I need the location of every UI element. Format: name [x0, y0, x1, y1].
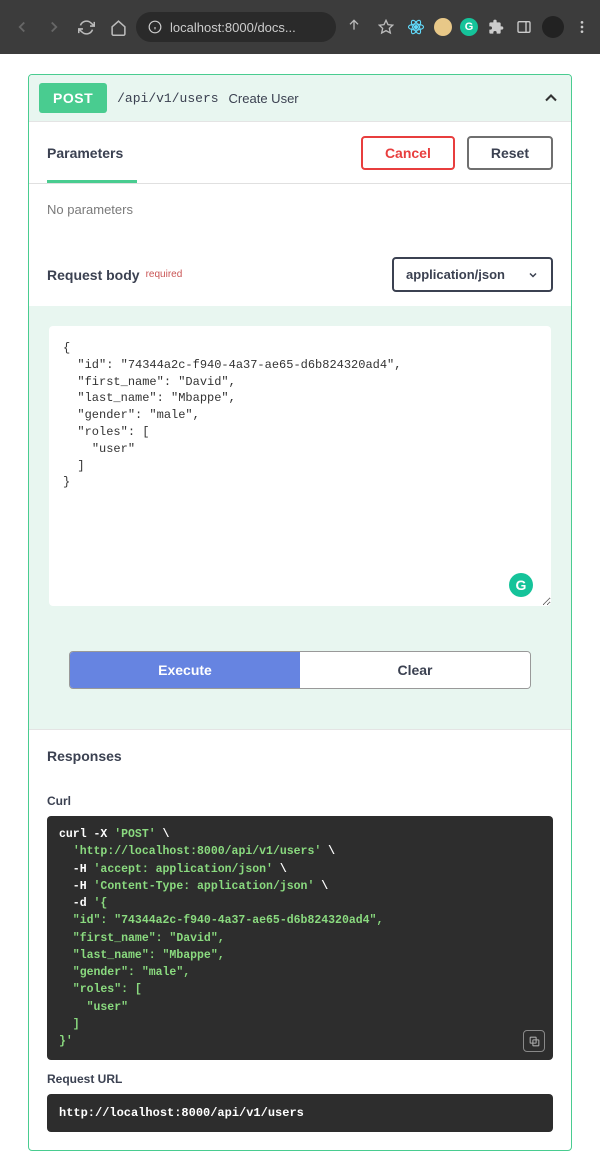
grammarly-extension-icon[interactable]: G [460, 18, 478, 36]
request-url-label: Request URL [47, 1072, 553, 1086]
operation-path: /api/v1/users [117, 91, 218, 106]
content-type-value: application/json [406, 267, 505, 282]
required-badge: required [146, 269, 183, 280]
request-body-title: Request body [47, 267, 140, 283]
grammarly-icon[interactable]: G [509, 573, 533, 597]
url-text: localhost:8000/docs... [170, 20, 296, 35]
extensions-icon[interactable] [486, 17, 506, 37]
method-badge: POST [39, 83, 107, 113]
content-type-select[interactable]: application/json [392, 257, 553, 292]
site-info-icon[interactable] [148, 20, 162, 34]
responses-title: Responses [29, 729, 571, 782]
back-button[interactable] [8, 13, 36, 41]
swagger-page: POST /api/v1/users Create User Parameter… [0, 54, 600, 1151]
parameters-header: Parameters Cancel Reset [29, 121, 571, 180]
operation-summary[interactable]: POST /api/v1/users Create User [29, 75, 571, 121]
operation-block: POST /api/v1/users Create User Parameter… [28, 74, 572, 1151]
request-body-header: Request body required application/json [29, 235, 571, 306]
request-url-section: Request URL http://localhost:8000/api/v1… [29, 1060, 571, 1132]
copy-icon[interactable] [523, 1030, 545, 1052]
clear-button[interactable]: Clear [300, 652, 530, 688]
panel-icon[interactable] [514, 17, 534, 37]
reset-button[interactable]: Reset [467, 136, 553, 170]
profile-avatar[interactable] [542, 16, 564, 38]
execute-button[interactable]: Execute [70, 652, 300, 688]
operation-description: Create User [229, 91, 299, 106]
reload-button[interactable] [72, 13, 100, 41]
cancel-button[interactable]: Cancel [361, 136, 455, 170]
curl-label: Curl [47, 794, 553, 808]
parameters-title: Parameters [47, 145, 123, 161]
url-bar[interactable]: localhost:8000/docs... [136, 12, 336, 42]
bookmark-icon[interactable] [372, 13, 400, 41]
forward-button[interactable] [40, 13, 68, 41]
execute-row: Execute Clear [69, 651, 531, 689]
request-body-textarea[interactable] [49, 326, 551, 606]
extension-icon-1[interactable] [434, 18, 452, 36]
chevron-up-icon[interactable] [541, 88, 561, 108]
share-icon[interactable] [340, 13, 368, 41]
request-body-section: G Execute Clear [29, 306, 571, 729]
chevron-down-icon [527, 269, 539, 281]
curl-section: Curl curl -X 'POST' \ 'http://localhost:… [29, 782, 571, 1060]
curl-code-block[interactable]: curl -X 'POST' \ 'http://localhost:8000/… [47, 816, 553, 1060]
home-button[interactable] [104, 13, 132, 41]
browser-chrome: localhost:8000/docs... G [0, 0, 600, 54]
no-parameters-text: No parameters [29, 183, 571, 235]
request-url-block[interactable]: http://localhost:8000/api/v1/users [47, 1094, 553, 1132]
react-devtools-icon[interactable] [406, 17, 426, 37]
menu-icon[interactable] [572, 17, 592, 37]
